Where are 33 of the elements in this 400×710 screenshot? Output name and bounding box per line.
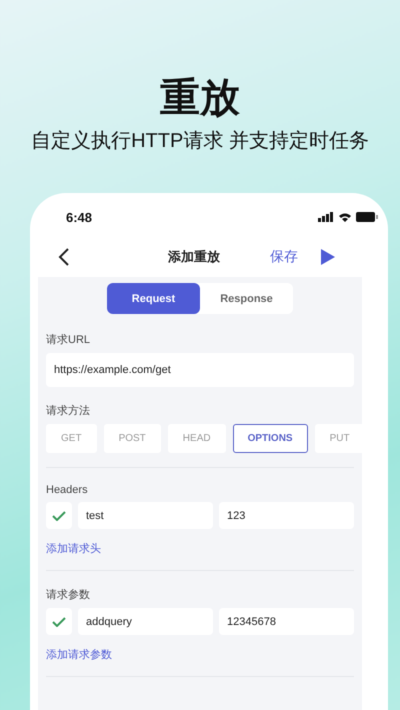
checkbox[interactable]	[46, 608, 72, 635]
value-field[interactable]: 12345678	[219, 608, 354, 635]
signal-icon	[318, 212, 334, 222]
play-icon	[320, 248, 336, 266]
url-field[interactable]: https://example.com/get	[46, 353, 354, 387]
section-label: Headers	[46, 484, 89, 496]
key-field[interactable]: addquery	[78, 608, 213, 635]
check-icon	[52, 616, 66, 626]
method-option[interactable]: GET	[46, 424, 97, 453]
method-option[interactable]: POST	[104, 424, 161, 453]
add-param-link[interactable]: 添加请求参数	[46, 647, 112, 662]
check-icon	[52, 510, 66, 520]
value-field[interactable]: 123	[219, 502, 354, 529]
key-field[interactable]: test	[78, 502, 213, 529]
section-label: 请求参数	[46, 588, 91, 602]
checkbox[interactable]	[46, 502, 72, 529]
screen-title: 添加重放	[168, 248, 220, 266]
run-button[interactable]	[320, 248, 336, 266]
field-label: 请求URL	[46, 333, 92, 347]
tab[interactable]: Request	[107, 283, 200, 314]
method-option[interactable]: OPTIONS	[232, 424, 308, 453]
battery-icon	[356, 212, 378, 222]
headline: 重放	[160, 75, 240, 122]
method-option[interactable]: HEAD	[168, 424, 226, 453]
add-header-link[interactable]: 添加请求头	[46, 541, 101, 556]
back-icon	[58, 247, 70, 267]
method-option[interactable]: PUT	[314, 424, 365, 453]
field-label: 请求方法	[46, 404, 91, 418]
back-button[interactable]	[58, 247, 70, 267]
save-button[interactable]: 保存	[270, 248, 298, 266]
subtitle: 自定义执行HTTP请求 并支持定时任务	[31, 129, 369, 154]
status-time: 6:48	[66, 210, 92, 224]
wifi-icon	[338, 212, 352, 222]
